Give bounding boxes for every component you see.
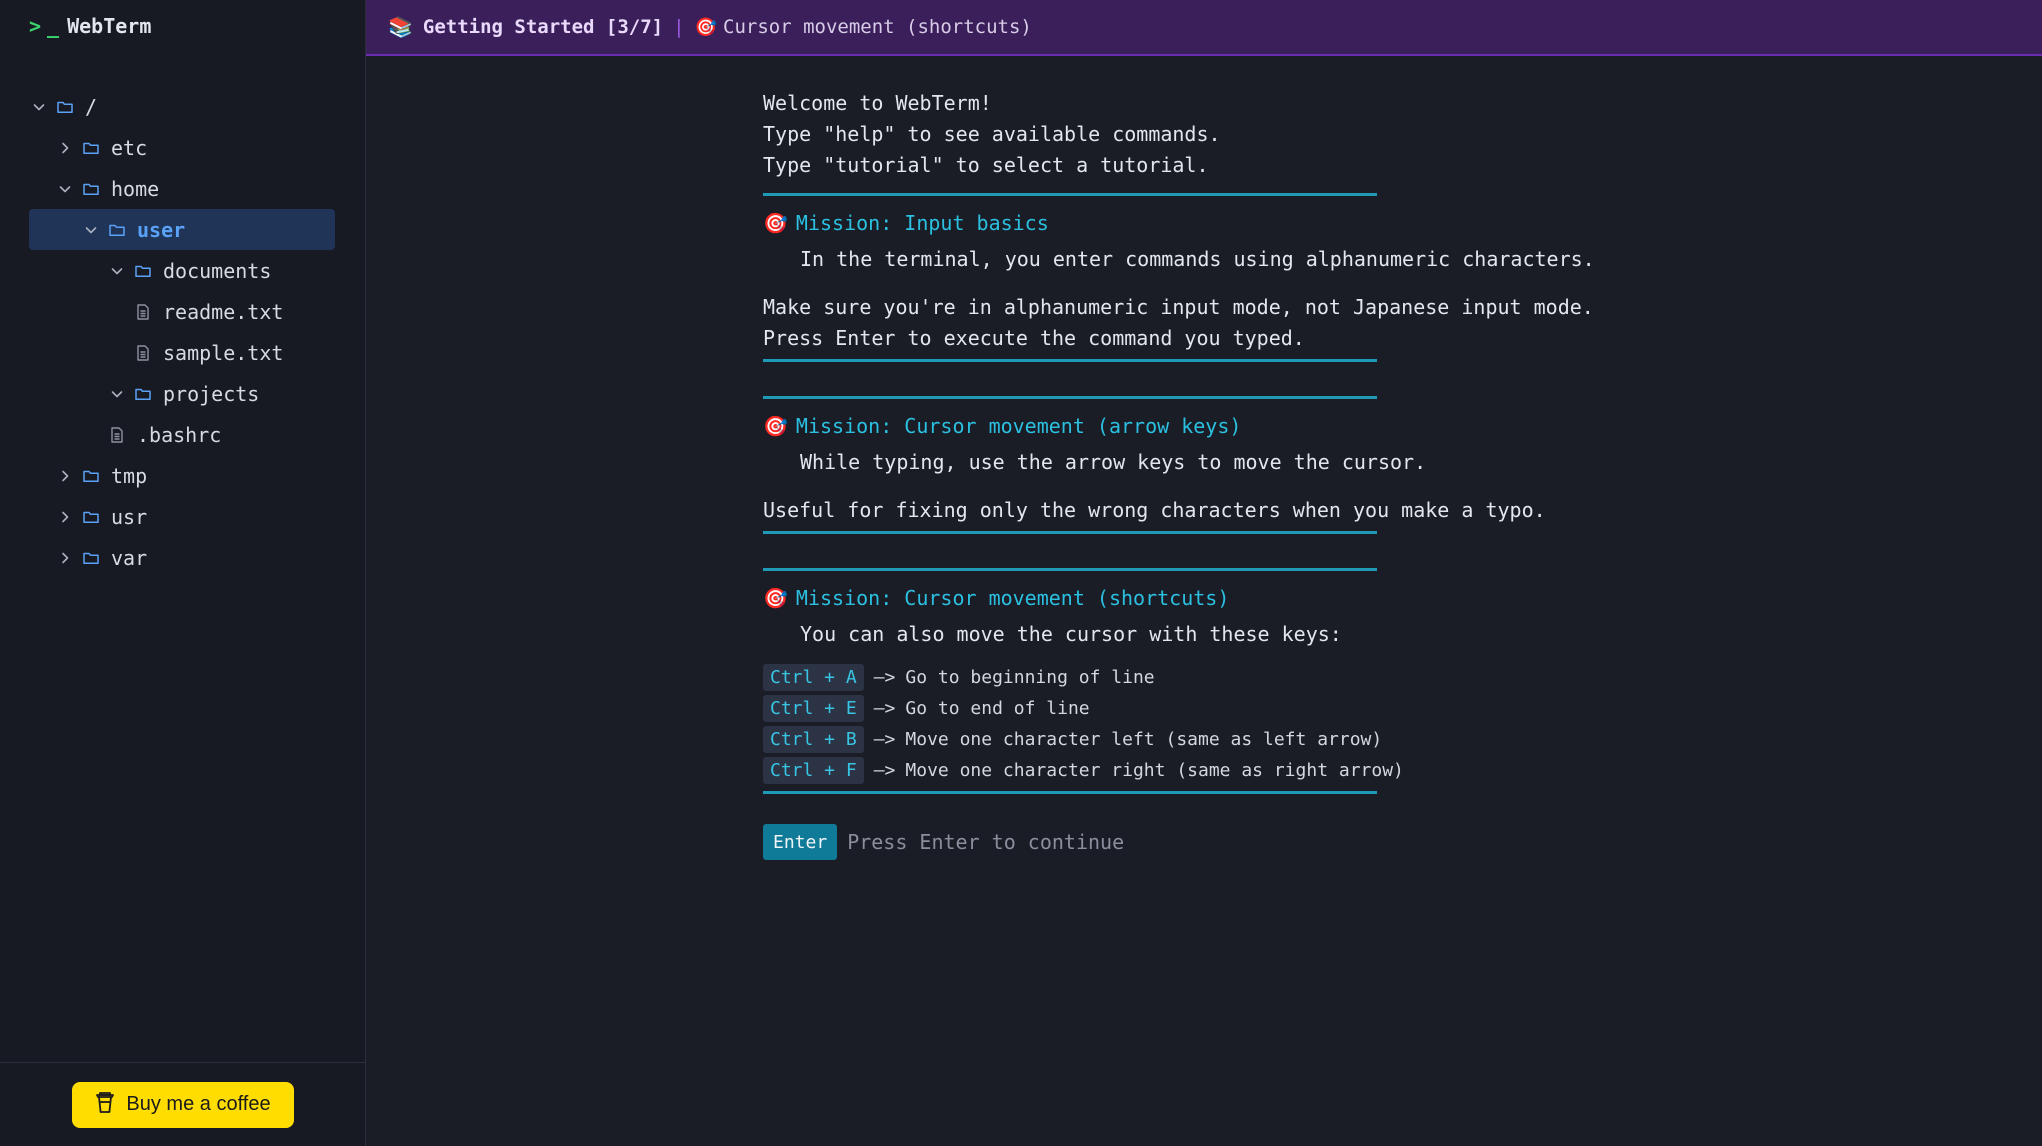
file-tree: / etc home user documents readme.txt sample.tx…: [29, 86, 335, 578]
shortcut-description: Move one character right (same as right …: [905, 760, 1404, 781]
tree-folder-usr[interactable]: usr: [29, 496, 335, 537]
current-mission-name: Cursor movement (shortcuts): [723, 16, 1032, 38]
shortcut-description: Go to end of line: [905, 698, 1090, 719]
coffee-label: Buy me a coffee: [126, 1093, 271, 1115]
mission-body-line: Make sure you're in alphanumeric input m…: [763, 295, 1594, 319]
tutorial-title: Getting Started [3/7]: [422, 16, 664, 38]
shortcut-row: Ctrl + A —> Go to beginning of line: [763, 662, 1595, 693]
folder-icon: [81, 507, 101, 527]
terminal-output: Welcome to WebTerm! Type "help" to see a…: [763, 88, 1595, 860]
mission-intro: While typing, use the arrow keys to move…: [800, 450, 1427, 474]
file-icon: [133, 343, 153, 363]
shortcut-row: Ctrl + E —> Go to end of line: [763, 693, 1595, 724]
folder-icon: [55, 97, 75, 117]
target-icon: 🎯: [763, 414, 788, 438]
tree-item-label: .bashrc: [137, 422, 222, 447]
terminal-pane[interactable]: 📚 Getting Started [3/7] | 🎯 Cursor movem…: [366, 0, 2042, 1146]
chevron-down-icon[interactable]: [81, 220, 101, 240]
cursor-symbol: _: [47, 14, 60, 38]
tree-folder-tmp[interactable]: tmp: [29, 455, 335, 496]
arrow-icon: —>: [873, 667, 896, 688]
mission-body-line: Useful for fixing only the wrong charact…: [763, 498, 1546, 522]
tree-item-label: user: [137, 217, 186, 242]
shortcut-key: Ctrl + B: [763, 726, 864, 753]
sidebar: > _ WebTerm / etc home user documents readme.tx…: [0, 0, 366, 1146]
tree-folder-home[interactable]: home: [29, 168, 335, 209]
shortcut-row: Ctrl + F —> Move one character right (same…: [763, 755, 1595, 786]
folder-icon: [81, 548, 101, 568]
mission-title: 🎯 Mission: Cursor movement (shortcuts): [763, 586, 1230, 610]
tree-item-label: etc: [111, 135, 148, 160]
tree-file-readme-txt[interactable]: readme.txt: [29, 291, 335, 332]
app-brand: > _ WebTerm: [29, 14, 151, 38]
shortcut-key: Ctrl + F: [763, 757, 864, 784]
tree-item-label: /: [85, 94, 98, 119]
tree-file-sample-txt[interactable]: sample.txt: [29, 332, 335, 373]
folder-icon: [133, 384, 153, 404]
enter-button[interactable]: Enter: [763, 824, 838, 860]
mission-intro: You can also move the cursor with these …: [800, 622, 1342, 646]
shortcut-list: Ctrl + A —> Go to beginning of line Ctrl + …: [763, 662, 1595, 786]
tree-item-label: var: [111, 545, 148, 570]
welcome-line: Type "tutorial" to select a tutorial.: [763, 153, 1209, 177]
coffee-cup-icon: [94, 1090, 116, 1120]
chevron-down-icon[interactable]: [29, 97, 49, 117]
welcome-line: Type "help" to see available commands.: [763, 122, 1221, 146]
tree-folder-var[interactable]: var: [29, 537, 335, 578]
shortcut-row: Ctrl + B —> Move one character left (same …: [763, 724, 1595, 755]
welcome-line: Welcome to WebTerm!: [763, 91, 992, 115]
folder-icon: [133, 261, 153, 281]
tree-item-label: projects: [163, 381, 260, 406]
tree-folder-root[interactable]: /: [29, 86, 335, 127]
app-root: > _ WebTerm / etc home user documents readme.tx…: [0, 0, 2042, 1146]
tree-folder-user[interactable]: user: [29, 209, 335, 250]
arrow-icon: —>: [873, 729, 896, 750]
tree-item-label: tmp: [111, 463, 148, 488]
shortcut-description: Move one character left (same as left ar…: [905, 729, 1383, 750]
chevron-down-icon[interactable]: [107, 261, 127, 281]
target-icon: 🎯: [763, 586, 788, 610]
topbar-separator: |: [673, 16, 685, 38]
tree-item-label: sample.txt: [163, 340, 284, 365]
chevron-down-icon[interactable]: [55, 179, 75, 199]
chevron-right-icon[interactable]: [55, 507, 75, 527]
app-name: WebTerm: [67, 14, 152, 38]
folder-icon: [81, 138, 101, 158]
mission-body-line: Press Enter to execute the command you t…: [763, 326, 1305, 350]
tree-item-label: documents: [163, 258, 272, 283]
folder-icon: [81, 179, 101, 199]
tree-item-label: usr: [111, 504, 148, 529]
tree-item-label: home: [111, 176, 160, 201]
mission-title: 🎯 Mission: Input basics: [763, 211, 1049, 235]
file-icon: [107, 425, 127, 445]
continue-text: Press Enter to continue: [847, 829, 1125, 854]
tree-file-bashrc[interactable]: .bashrc: [29, 414, 335, 455]
shortcut-description: Go to beginning of line: [905, 667, 1155, 688]
mission-title: 🎯 Mission: Cursor movement (arrow keys): [763, 414, 1242, 438]
tutorial-topbar: 📚 Getting Started [3/7] | 🎯 Cursor movem…: [366, 0, 2042, 56]
target-icon: 🎯: [694, 16, 717, 38]
tree-folder-etc[interactable]: etc: [29, 127, 335, 168]
shortcut-key: Ctrl + A: [763, 664, 864, 691]
tree-item-label: readme.txt: [163, 299, 284, 324]
file-icon: [133, 302, 153, 322]
tree-folder-documents[interactable]: documents: [29, 250, 335, 291]
chevron-right-icon[interactable]: [55, 548, 75, 568]
sidebar-footer: Buy me a coffee: [0, 1062, 365, 1146]
buy-me-a-coffee-button[interactable]: Buy me a coffee: [71, 1081, 294, 1128]
folder-icon: [81, 466, 101, 486]
target-icon: 🎯: [763, 211, 788, 235]
shortcut-key: Ctrl + E: [763, 695, 864, 722]
chevron-right-icon[interactable]: [55, 138, 75, 158]
prompt-symbol: >: [29, 14, 42, 38]
mission-intro: In the terminal, you enter commands usin…: [800, 247, 1595, 271]
arrow-icon: —>: [873, 760, 896, 781]
chevron-right-icon[interactable]: [55, 466, 75, 486]
folder-icon: [107, 220, 127, 240]
arrow-icon: —>: [873, 698, 896, 719]
chevron-down-icon[interactable]: [107, 384, 127, 404]
tree-folder-projects[interactable]: projects: [29, 373, 335, 414]
continue-prompt: Enter Press Enter to continue: [763, 824, 1595, 860]
book-stack-icon: 📚: [388, 15, 413, 39]
